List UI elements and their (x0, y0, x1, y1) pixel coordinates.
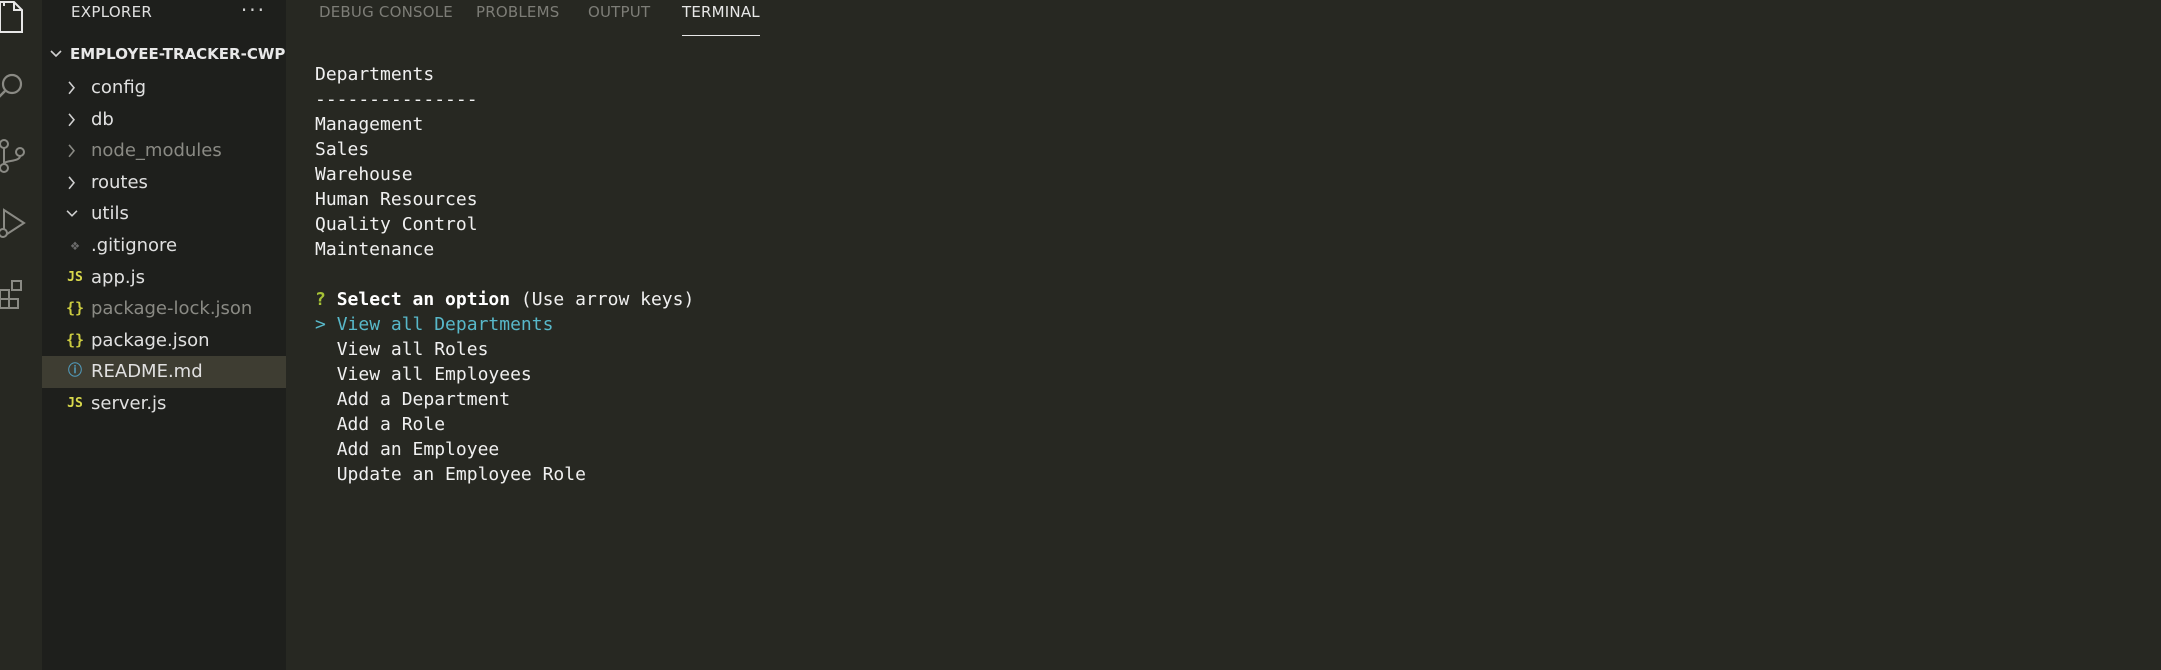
tree-item-label: config (91, 77, 147, 98)
menu-option[interactable]: Update an Employee Role (315, 462, 694, 487)
explorer-icon[interactable] (0, 0, 30, 36)
tree-item-label: package.json (91, 329, 210, 351)
menu-option[interactable]: Add a Department (315, 387, 694, 412)
workspace-root-label: EMPLOYEE-TRACKER-CWP (70, 45, 286, 63)
tree-item-label: node_modules (91, 140, 222, 162)
run-debug-icon[interactable] (0, 206, 30, 242)
tree-item-readme-md[interactable]: ⓘ README.md (42, 356, 286, 388)
tree-item-label: utils (91, 203, 129, 225)
terminal-line: Maintenance (315, 239, 435, 260)
tree-item-server-js[interactable]: JS server.js (42, 388, 286, 420)
menu-option-label: Add an Employee (336, 439, 500, 460)
menu-option-label: View all Departments (336, 314, 554, 335)
chevron-down-icon (50, 42, 62, 73)
tab-debug-console[interactable]: DEBUG CONSOLE (319, 0, 453, 34)
tree-item-gitignore[interactable]: ❖ .gitignore (42, 230, 286, 262)
chevron-right-icon (66, 167, 78, 199)
tree-item-app-js[interactable]: JS app.js (42, 262, 286, 294)
git-file-icon: ❖ (70, 235, 80, 254)
terminal-line: Management (315, 114, 424, 135)
terminal-line: --------------- (315, 89, 478, 110)
tab-output[interactable]: OUTPUT (588, 0, 650, 34)
search-icon[interactable] (0, 68, 30, 104)
tree-item-label: README.md (91, 361, 203, 383)
prompt-line: ? Select an option (Use arrow keys) (315, 287, 694, 312)
activity-bar (0, 0, 43, 670)
prompt-mark: ? (315, 289, 326, 310)
terminal-line: Quality Control (315, 214, 478, 235)
cursor-indicator: > (315, 314, 326, 335)
menu-option-label: View all Employees (336, 364, 532, 385)
workspace-root[interactable]: EMPLOYEE-TRACKER-CWP (42, 42, 286, 66)
vscode-window: EXPLORER ··· EMPLOYEE-TRACKER-CWP config… (0, 0, 2161, 670)
tree-item-label: package-lock.json (91, 298, 253, 320)
bottom-panel: DEBUG CONSOLE PROBLEMS OUTPUT TERMINAL D… (286, 0, 2161, 670)
menu-option[interactable]: View all Roles (315, 337, 694, 362)
menu-option-label: View all Roles (336, 339, 489, 360)
tree-item-package-json[interactable]: {} package.json (42, 325, 286, 357)
terminal-line: Departments (315, 64, 435, 85)
file-tree: config db node_modules routes utils ❖ .g… (42, 72, 286, 420)
tree-item-package-lock-json[interactable]: {} package-lock.json (42, 293, 286, 325)
menu-option[interactable]: Add an Employee (315, 437, 694, 462)
tab-terminal[interactable]: TERMINAL (682, 0, 760, 36)
tree-item-label: app.js (91, 266, 145, 288)
terminal-line: Warehouse (315, 164, 413, 185)
tab-problems[interactable]: PROBLEMS (476, 0, 559, 34)
explorer-header: EXPLORER ··· (42, 0, 286, 26)
prompt-hint: (Use arrow keys) (520, 289, 695, 310)
chevron-right-icon (66, 135, 78, 167)
menu-option[interactable]: View all Employees (315, 362, 694, 387)
tree-item-utils[interactable]: utils (42, 198, 286, 230)
menu-option-label: Add a Role (336, 414, 446, 435)
menu-option-selected[interactable]: > View all Departments (315, 312, 694, 337)
source-control-icon[interactable] (0, 138, 30, 174)
tree-item-label: server.js (91, 392, 167, 414)
explorer-sidebar: EXPLORER ··· EMPLOYEE-TRACKER-CWP config… (42, 0, 286, 670)
tree-item-node-modules[interactable]: node_modules (42, 135, 286, 167)
menu-option-label: Add a Department (336, 389, 511, 410)
terminal-output[interactable]: Departments --------------- Management S… (315, 62, 694, 487)
js-file-icon: JS (67, 395, 83, 411)
terminal-line: Sales (315, 139, 370, 160)
tree-item-label: routes (91, 171, 148, 193)
extensions-icon[interactable] (0, 276, 30, 312)
tree-item-label: .gitignore (91, 234, 178, 256)
chevron-right-icon (66, 72, 78, 104)
explorer-title: EXPLORER (71, 3, 153, 21)
chevron-down-icon (66, 198, 78, 230)
menu-option-label: Update an Employee Role (336, 464, 586, 485)
info-icon: ⓘ (68, 363, 82, 380)
json-file-icon: {} (65, 299, 85, 318)
tree-item-label: db (91, 108, 114, 130)
tree-item-routes[interactable]: routes (42, 167, 286, 199)
chevron-right-icon (66, 104, 78, 136)
prompt-text: Select an option (336, 289, 511, 310)
js-file-icon: JS (67, 269, 83, 285)
menu-option[interactable]: Add a Role (315, 412, 694, 437)
terminal-line: Human Resources (315, 189, 478, 210)
tree-item-config[interactable]: config (42, 72, 286, 104)
tree-item-db[interactable]: db (42, 104, 286, 136)
more-actions-icon[interactable]: ··· (241, 0, 266, 20)
json-file-icon: {} (65, 330, 85, 349)
